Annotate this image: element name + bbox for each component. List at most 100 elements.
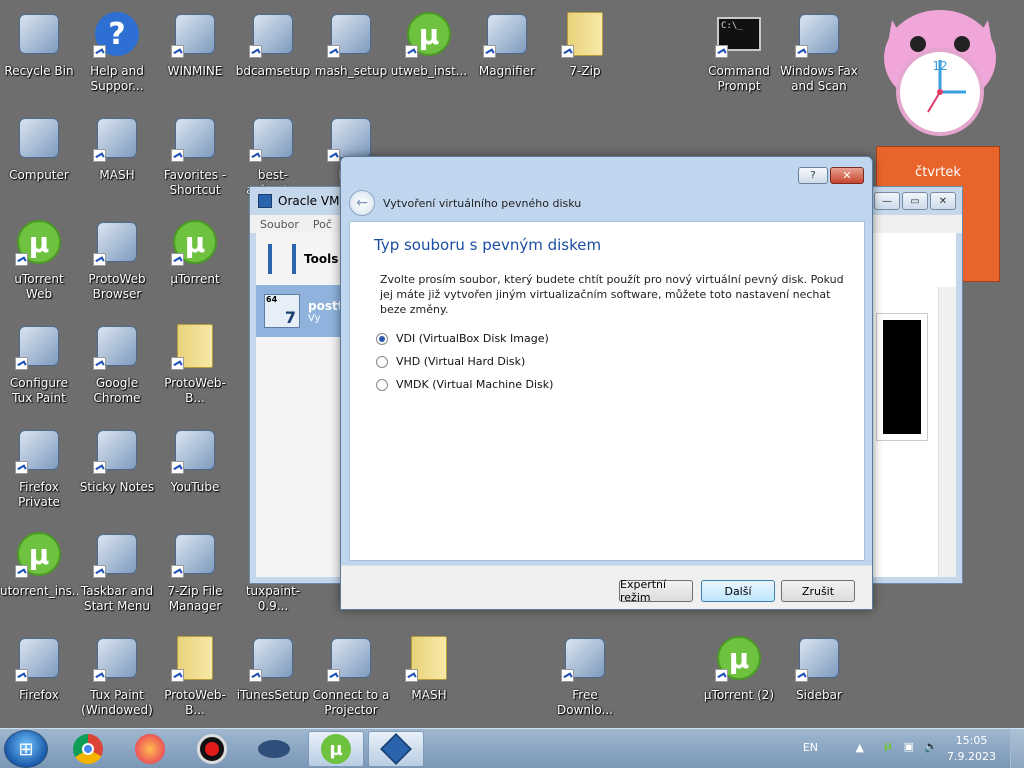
help-button[interactable]: ? [798,167,828,184]
desktop-icon[interactable]: Tux Paint (Windowed) [78,628,156,728]
taskbar: ⊞ µ EN ▲ µ ▣ 🔈 15:05 7.9.2023 [0,728,1024,768]
desktop-icon-label: uTorrent Web [14,272,64,301]
mash-icon [258,740,290,758]
radio-vdi[interactable] [376,332,388,345]
shortcut-arrow-icon [249,149,262,162]
back-button[interactable]: ← [349,190,375,216]
desktop-icon[interactable]: Taskbar and Start Menu [78,524,156,624]
desktop-icon[interactable]: µ µTorrent [156,212,234,312]
taskbar-chrome[interactable] [60,731,116,767]
chrome-icon [73,734,103,764]
expert-mode-button[interactable]: Expertní režim [619,578,693,604]
vm-item[interactable]: 64 7 postt Vy [256,285,345,337]
tray-expand-icon[interactable]: ▲ [856,741,864,754]
back-arrow-icon: ← [356,195,368,211]
desktop-icon[interactable]: µ utweb_inst... [390,4,468,104]
desktop-icon-label: Google Chrome [93,376,141,405]
vm-status: Vy [308,312,321,324]
next-button[interactable]: Další [701,580,775,602]
desktop-icon[interactable]: ProtoWeb-B... [156,316,234,416]
desktop-icon-label: Free Downlo... [557,688,613,717]
star-icon [171,114,219,162]
desktop-icon[interactable]: ? Help and Suppor... [78,4,156,104]
desktop-icon[interactable]: Configure Tux Paint [0,316,78,416]
taskbar-utorrent[interactable]: µ [308,731,364,767]
taskbar-firefox[interactable] [122,731,178,767]
taskbar-clock[interactable]: 15:05 7.9.2023 [947,733,996,765]
maximize-button[interactable]: ▭ [902,192,928,210]
vm-name: postt [308,298,344,313]
menu-machine[interactable]: Poč [313,218,332,231]
firefox-private-icon [15,426,63,474]
desktop-icon[interactable]: 7-Zip [546,4,624,104]
desktop-icon[interactable]: µ uTorrent Web [0,212,78,312]
desktop-icon[interactable]: mash_setup [312,4,390,104]
shortcut-arrow-icon [405,669,418,682]
option-vmdk[interactable]: VMDK (Virtual Machine Disk) [376,377,864,392]
desktop-icon[interactable]: Magnifier [468,4,546,104]
tray-utorrent-icon[interactable]: µ [884,739,892,752]
desktop-icon-label: iTunesSetup [236,688,310,702]
desktop-icon[interactable]: Google Chrome [78,316,156,416]
radio-vmdk[interactable] [376,378,388,391]
desktop-icon[interactable]: YouTube [156,420,234,520]
virtualbox-icon [258,194,272,208]
desktop-icon[interactable]: iTunesSetup [234,628,312,728]
desktop-icon[interactable]: Recycle Bin [0,4,78,104]
desktop-icon[interactable]: MASH [390,628,468,728]
shortcut-arrow-icon [171,45,184,58]
show-desktop-button[interactable] [1010,729,1024,768]
cancel-button[interactable]: Zrušit [781,580,855,602]
dialog-titlebar[interactable]: ? ✕ [341,157,872,187]
menu-file[interactable]: Soubor [260,218,299,231]
option-vhd[interactable]: VHD (Virtual Hard Disk) [376,354,864,369]
language-indicator[interactable]: EN [803,741,818,754]
folder-icon [171,634,219,682]
desktop-icon[interactable]: Free Downlo... [546,628,624,728]
fax-icon [795,10,843,58]
desktop-icon[interactable]: WINMINE [156,4,234,104]
desktop-icon[interactable]: Windows Fax and Scan [780,4,858,104]
desktop-icon[interactable]: Sidebar [780,628,858,728]
vbox-scrollbar[interactable] [938,287,956,577]
desktop-icon[interactable]: Firefox Private Browsing [0,420,78,520]
desktop-icon[interactable]: µ µTorrent (2) [700,628,778,728]
wrench-icon [15,322,63,370]
desktop-icon[interactable]: 7-Zip File Manager [156,524,234,624]
desktop-icon[interactable]: bdcamsetup [234,4,312,104]
start-button[interactable]: ⊞ [4,730,48,768]
desktop-icon[interactable]: C:\_ Command Prompt [700,4,778,104]
radio-vhd[interactable] [376,355,388,368]
itunes-icon [249,634,297,682]
utorrent-icon: µ [15,218,63,266]
desktop-icon[interactable]: Connect to a Projector [312,628,390,728]
desktop-icon[interactable]: µ utorrent_ins... [0,524,78,624]
option-vdi-label: VDI (VirtualBox Disk Image) [396,332,549,345]
create-virtual-disk-dialog[interactable]: ? ✕ ← Vytvoření virtuálního pevného disk… [340,156,873,610]
taskbar-bandicam[interactable] [184,731,240,767]
desktop-icon[interactable]: MASH [78,108,156,208]
tools-item[interactable]: Tools [256,233,345,285]
desktop-icon[interactable]: Sticky Notes [78,420,156,520]
minimize-button[interactable]: — [874,192,900,210]
tools-label: Tools [304,252,339,266]
help-icon: ? [93,10,141,58]
option-vdi[interactable]: VDI (VirtualBox Disk Image) [376,331,864,346]
desktop-icon[interactable]: Computer [0,108,78,208]
close-button[interactable]: ✕ [930,192,956,210]
taskbar-virtualbox[interactable] [368,731,424,767]
desktop-icon[interactable]: ProtoWeb Browser [78,212,156,312]
volume-muted-icon[interactable]: 🔈 [924,740,938,753]
shortcut-arrow-icon [327,149,340,162]
calendar-day: čtvrtek [915,165,961,180]
taskbar-mash[interactable] [246,731,302,767]
desktop-icon[interactable]: ProtoWeb-B... [156,628,234,728]
clock-gadget[interactable]: 12 [878,8,1002,138]
close-button[interactable]: ✕ [830,167,864,184]
media-icon [327,114,375,162]
network-icon[interactable]: ▣ [904,740,914,753]
desktop-icon[interactable]: Favorites - Shortcut [156,108,234,208]
desktop-icon[interactable]: Firefox [0,628,78,728]
desktop-icon-label: Firefox [19,688,59,702]
folder-icon [561,10,609,58]
